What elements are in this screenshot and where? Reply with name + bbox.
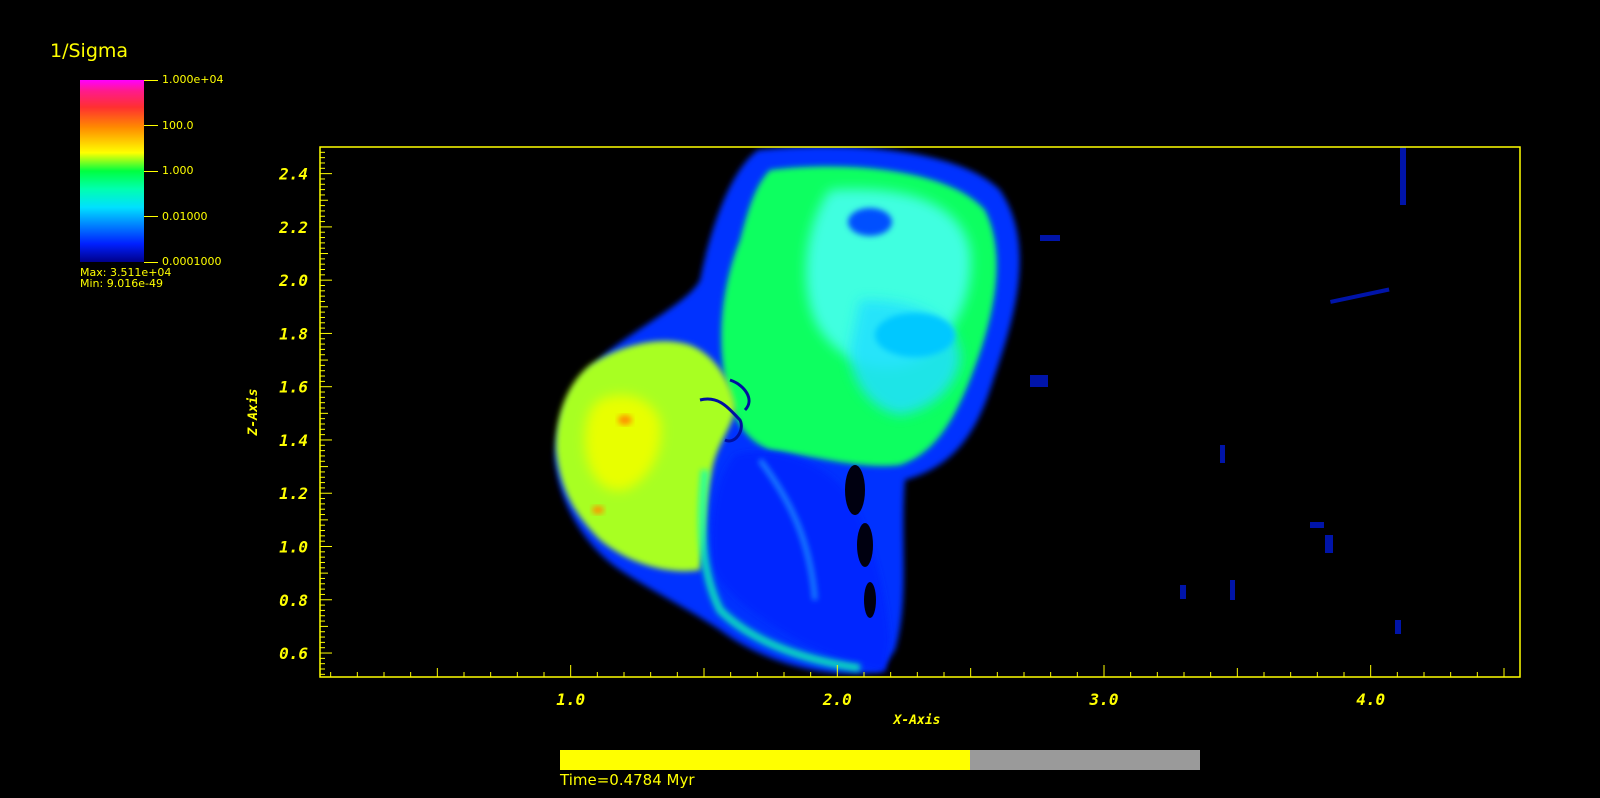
legend-tick (144, 262, 158, 263)
x-tick-label: 1.0 (556, 690, 585, 709)
density-field (555, 147, 1406, 674)
legend-tick (144, 125, 158, 126)
legend-tick (144, 216, 158, 217)
legend-label-max: 1.000e+04 (162, 73, 224, 86)
y-tick-label: 1.0 (279, 537, 308, 556)
x-tick-label: 2.0 (822, 690, 852, 709)
y-tick-label: 1.6 (279, 378, 308, 397)
legend-tick (144, 171, 158, 172)
x-tick-label: 3.0 (1089, 690, 1119, 709)
time-label: Time=0.4784 Myr (560, 771, 695, 789)
colorbar (80, 80, 144, 262)
x-axis-title: X-Axis (893, 713, 941, 728)
y-tick-label: 1.2 (279, 484, 308, 503)
hot-spot-1 (618, 415, 632, 425)
legend-label: 1.000 (162, 164, 194, 177)
dark-spot-upper (848, 208, 892, 236)
y-tick-label: 1.4 (279, 431, 308, 450)
dark-spot-mid (875, 313, 955, 357)
time-progress-bar (560, 750, 1200, 770)
y-tick-label: 2.4 (278, 165, 308, 184)
visualization-canvas: 1.0 2.0 3.0 4.0 0.6 0.8 1.0 1.2 1.4 1.6 1.8 2.0 2.2 2… (246, 146, 1521, 728)
y-tick-label: 1.8 (279, 324, 308, 343)
legend-label: 100.0 (162, 119, 194, 132)
legend-title: 1/Sigma (50, 40, 129, 62)
faint-flecks (1030, 147, 1406, 634)
y-tick-label: 2.0 (278, 271, 308, 290)
legend-tick (144, 80, 158, 81)
x-tick-label: 4.0 (1356, 690, 1385, 709)
y-tick-label: 2.2 (278, 218, 308, 237)
legend-label: 0.01000 (162, 210, 208, 223)
y-tick-label: 0.6 (279, 644, 308, 663)
hot-spot-2 (592, 506, 604, 514)
y-axis-title: Z-Axis (246, 389, 261, 437)
time-progress-fill (560, 750, 970, 770)
min-value: Min: 9.016e-49 (80, 277, 163, 290)
y-tick-label: 0.8 (279, 591, 308, 610)
